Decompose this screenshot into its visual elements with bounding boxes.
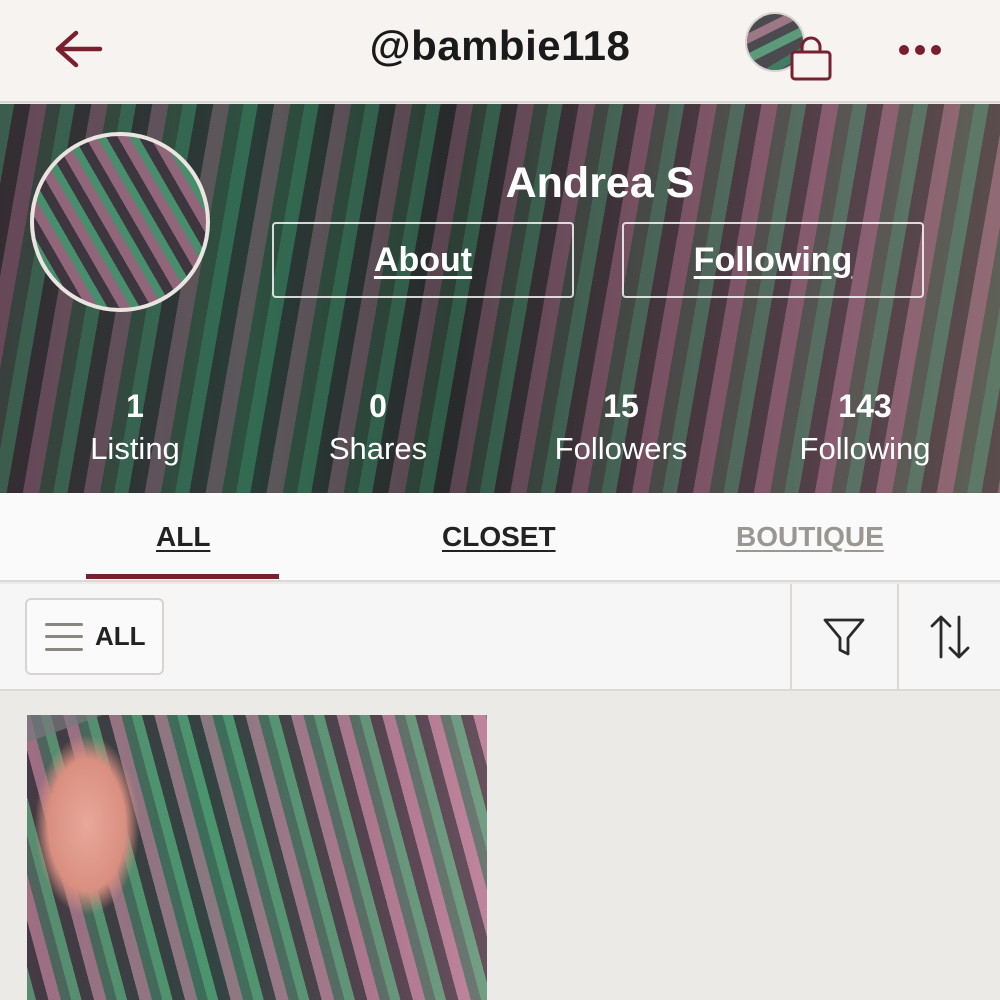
- stat-listing[interactable]: 1 Listing: [15, 386, 255, 472]
- page-title: @bambie118: [369, 22, 631, 69]
- funnel-icon: [823, 618, 865, 655]
- stat-shares[interactable]: 0 Shares: [258, 386, 498, 472]
- stat-followers[interactable]: 15 Followers: [501, 386, 741, 472]
- menu-lines-icon: [45, 622, 83, 651]
- shopping-bag-icon[interactable]: [788, 36, 834, 82]
- stat-label: Followers: [554, 431, 688, 466]
- ellipsis-icon: [899, 45, 909, 55]
- sort-arrows-icon: [930, 615, 970, 658]
- stat-value: 1: [126, 388, 144, 424]
- stat-value: 0: [369, 388, 387, 424]
- divider: [897, 584, 899, 689]
- profile-avatar[interactable]: [30, 132, 210, 312]
- stat-value: 15: [603, 388, 639, 424]
- tab-closet[interactable]: CLOSET: [442, 521, 556, 553]
- closet-tabs: ALL CLOSET BOUTIQUE: [0, 493, 1000, 582]
- stat-label: Shares: [328, 431, 428, 466]
- profile-name: Andrea S: [505, 159, 695, 207]
- category-dropdown[interactable]: ALL: [25, 598, 164, 675]
- stat-value: 143: [838, 388, 892, 424]
- category-dropdown-label: ALL: [95, 621, 146, 651]
- listing-grid: [0, 693, 1000, 1000]
- arrow-left-icon: [55, 30, 103, 68]
- about-button[interactable]: About: [272, 222, 574, 298]
- more-options-button[interactable]: [890, 30, 950, 70]
- profile-cover: Andrea S About Following 1 Listing 0 Sha…: [0, 104, 1000, 493]
- listing-thumbnail[interactable]: [27, 715, 487, 1000]
- sort-button[interactable]: [900, 584, 1000, 689]
- tab-boutique[interactable]: BOUTIQUE: [736, 521, 884, 553]
- tab-all[interactable]: ALL: [156, 521, 210, 553]
- filter-bar: ALL: [0, 584, 1000, 691]
- top-nav-bar: @bambie118: [0, 0, 1000, 103]
- stat-label: Listing: [90, 431, 180, 466]
- following-button[interactable]: Following: [622, 222, 924, 298]
- back-button[interactable]: [40, 18, 116, 80]
- filter-button[interactable]: [792, 584, 896, 689]
- active-tab-indicator: [86, 574, 279, 579]
- stat-following[interactable]: 143 Following: [745, 386, 985, 472]
- stat-label: Following: [799, 431, 931, 466]
